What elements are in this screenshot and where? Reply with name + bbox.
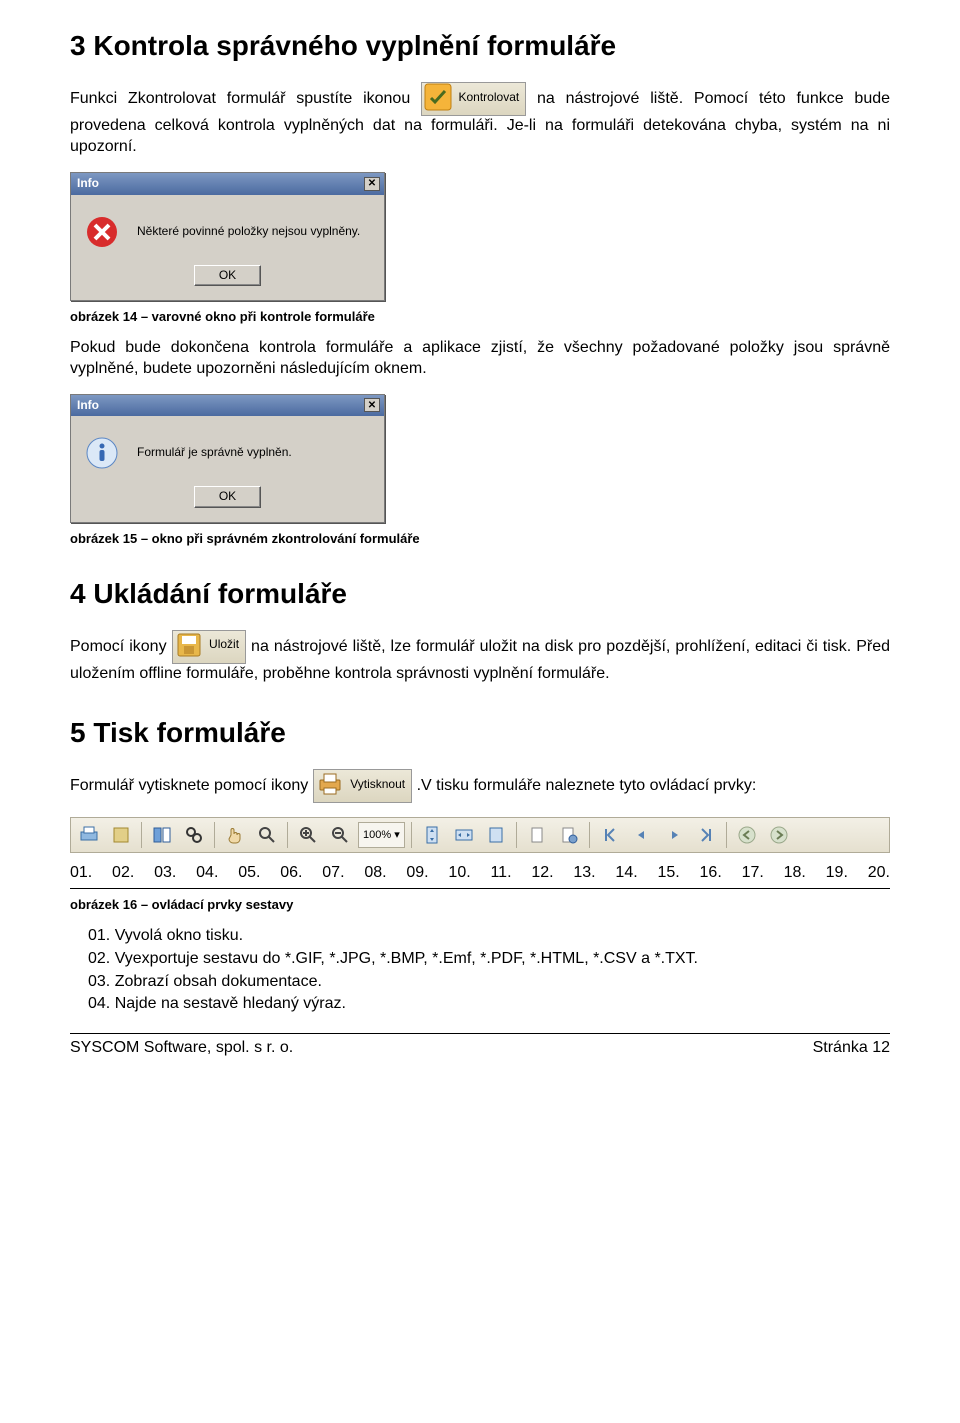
kontrolovat-button[interactable]: Kontrolovat [421, 82, 526, 116]
tb-first-page-icon[interactable] [595, 820, 625, 850]
s3-paragraph-1: Funkci Zkontrolovat formulář spustíte ik… [70, 82, 890, 158]
num: 20. [868, 863, 890, 884]
ulozit-label: Uložit [209, 637, 241, 653]
info-icon [85, 436, 119, 470]
s5-paragraph-1: Formulář vytisknete pomocí ikony Vytiskn… [70, 769, 890, 803]
num: 11. [490, 863, 511, 884]
vytisknout-button[interactable]: Vytisknout [313, 769, 412, 803]
section-3-title: 3 Kontrola správného vyplnění formuláře [70, 28, 890, 64]
caption-15: obrázek 15 – okno při správném zkontrolo… [70, 531, 890, 548]
dialog-text: Některé povinné položky nejsou vyplněny. [137, 224, 360, 240]
footer-company: SYSCOM Software, spol. s r. o. [70, 1038, 293, 1059]
info-dialog-ok: Info ✕ Formulář je správně vyplněn. OK [70, 394, 385, 523]
tb-contents-icon[interactable] [147, 820, 177, 850]
s4-p1-a: Pomocí ikony [70, 638, 172, 655]
print-toolbar: 100% ▾ [70, 817, 890, 853]
toolbar-number-row: 01. 02. 03. 04. 05. 06. 07. 08. 09. 10. … [70, 863, 890, 884]
legend-list: 01. Vyvolá okno tisku. 02. Vyexportuje s… [88, 926, 890, 1015]
s5-p1-a: Formulář vytisknete pomocí ikony [70, 778, 313, 795]
num: 03. [154, 863, 176, 884]
zoom-value: 100% [363, 828, 391, 842]
separator [726, 822, 727, 848]
s4-paragraph-1: Pomocí ikony Uložit na nástrojové liště,… [70, 630, 890, 685]
tb-page-settings-icon[interactable] [554, 820, 584, 850]
num: 06. [280, 863, 302, 884]
tb-fit-width-icon[interactable] [449, 820, 479, 850]
num: 13. [573, 863, 595, 884]
tb-print-icon[interactable] [74, 820, 104, 850]
tb-export-icon[interactable] [106, 820, 136, 850]
s3-p1-a: Funkci Zkontrolovat formulář spustíte ik… [70, 91, 421, 108]
ok-button[interactable]: OK [194, 486, 261, 508]
separator [214, 822, 215, 848]
tb-search-icon[interactable] [179, 820, 209, 850]
num: 08. [364, 863, 386, 884]
s5-p1-b: .V tisku formuláře naleznete tyto ovláda… [417, 778, 757, 795]
caption-14: obrázek 14 – varovné okno při kontrole f… [70, 309, 890, 326]
tb-last-page-icon[interactable] [691, 820, 721, 850]
dialog-titlebar: Info ✕ [71, 395, 384, 417]
tb-zoom-level[interactable]: 100% ▾ [358, 822, 405, 848]
num: 16. [700, 863, 722, 884]
dialog-text: Formulář je správně vyplněn. [137, 445, 292, 461]
num: 05. [238, 863, 260, 884]
separator [411, 822, 412, 848]
legend-item: 03. Zobrazí obsah dokumentace. [88, 972, 890, 993]
tb-new-page-icon[interactable] [522, 820, 552, 850]
section-5-title: 5 Tisk formuláře [70, 715, 890, 751]
separator [589, 822, 590, 848]
s3-paragraph-2: Pokud bude dokončena kontrola formuláře … [70, 338, 890, 380]
tb-hand-icon[interactable] [220, 820, 250, 850]
tb-back-icon[interactable] [732, 820, 762, 850]
page-footer: SYSCOM Software, spol. s r. o. Stránka 1… [70, 1033, 890, 1059]
legend-item: 01. Vyvolá okno tisku. [88, 926, 890, 947]
num: 10. [448, 863, 470, 884]
num: 01. [70, 863, 92, 884]
ulozit-button[interactable]: Uložit [172, 630, 246, 664]
print-icon [316, 770, 344, 798]
num: 18. [784, 863, 806, 884]
num: 17. [742, 863, 764, 884]
num: 07. [322, 863, 344, 884]
tb-zoom-tool-icon[interactable] [252, 820, 282, 850]
info-dialog-error: Info ✕ Některé povinné položky nejsou vy… [70, 172, 385, 301]
num: 15. [657, 863, 679, 884]
tb-prev-page-icon[interactable] [627, 820, 657, 850]
legend-item: 02. Vyexportuje sestavu do *.GIF, *.JPG,… [88, 949, 890, 970]
num: 14. [615, 863, 637, 884]
tb-fit-height-icon[interactable] [417, 820, 447, 850]
dialog-title: Info [77, 176, 99, 192]
tb-zoom-in-icon[interactable] [293, 820, 323, 850]
num: 04. [196, 863, 218, 884]
close-icon[interactable]: ✕ [364, 177, 380, 191]
hr [70, 888, 890, 889]
legend-item: 04. Najde na sestavě hledaný výraz. [88, 994, 890, 1015]
caption-16: obrázek 16 – ovládací prvky sestavy [70, 897, 890, 914]
separator [141, 822, 142, 848]
tb-zoom-out-icon[interactable] [325, 820, 355, 850]
tb-fit-page-icon[interactable] [481, 820, 511, 850]
num: 12. [531, 863, 553, 884]
dialog-title: Info [77, 398, 99, 414]
dialog-titlebar: Info ✕ [71, 173, 384, 195]
check-icon [424, 83, 452, 111]
num: 19. [826, 863, 848, 884]
kontrolovat-label: Kontrolovat [459, 90, 522, 106]
tb-next-page-icon[interactable] [659, 820, 689, 850]
num: 02. [112, 863, 134, 884]
section-4-title: 4 Ukládání formuláře [70, 576, 890, 612]
save-icon [175, 631, 203, 659]
error-icon [85, 215, 119, 249]
ok-button[interactable]: OK [194, 265, 261, 287]
num: 09. [406, 863, 428, 884]
footer-page: Stránka 12 [813, 1038, 890, 1059]
vytisknout-label: Vytisknout [350, 777, 407, 793]
close-icon[interactable]: ✕ [364, 398, 380, 412]
separator [516, 822, 517, 848]
tb-forward-icon[interactable] [764, 820, 794, 850]
separator [287, 822, 288, 848]
